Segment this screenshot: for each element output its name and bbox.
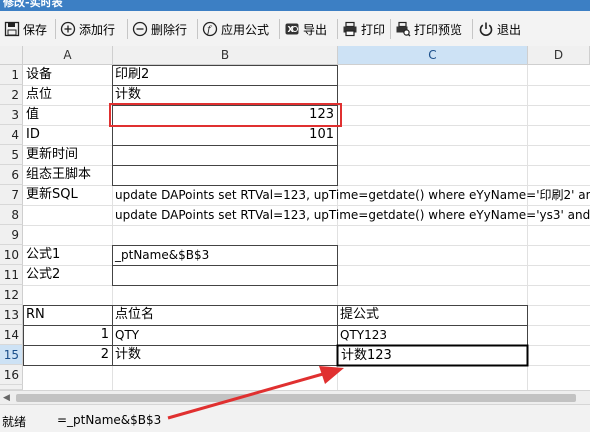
row-header[interactable]: 13	[0, 305, 23, 325]
status-formula: =_ptName&$B$3	[57, 413, 162, 427]
row-header[interactable]: 15	[0, 345, 23, 365]
cell-b15[interactable]: 计数	[113, 345, 337, 365]
status-bar: 就绪 =_ptName&$B$3	[0, 404, 590, 432]
row-header[interactable]: 10	[0, 245, 23, 265]
row-header[interactable]: 3	[0, 105, 23, 125]
cell-c14[interactable]: QTY123	[338, 325, 527, 345]
column-header-c[interactable]: C	[338, 46, 528, 65]
row-header[interactable]: 8	[0, 205, 23, 225]
cell-a13[interactable]: RN	[24, 305, 112, 325]
cell-a15[interactable]: 2	[24, 345, 112, 365]
column-header-a[interactable]: A	[23, 46, 113, 65]
cell-c13[interactable]: 提公式	[338, 305, 527, 325]
cell-a11[interactable]: 公式2	[24, 265, 112, 285]
cell-a7[interactable]: 更新SQL	[24, 185, 112, 205]
cell-a4[interactable]: ID	[24, 125, 112, 145]
cell-a3[interactable]: 值	[24, 105, 112, 125]
select-all-corner[interactable]	[0, 46, 23, 65]
cell-b7[interactable]: update DAPoints set RTVal=123, upTime=ge…	[113, 185, 590, 205]
cell-a2[interactable]: 点位	[24, 85, 112, 105]
row-header[interactable]: 2	[0, 85, 23, 105]
cell-b10[interactable]: _ptName&$B$3	[113, 245, 337, 265]
cell-a1[interactable]: 设备	[24, 65, 112, 85]
cell-a14[interactable]: 1	[24, 325, 112, 345]
status-text: 就绪	[2, 415, 27, 429]
cell-b3[interactable]: 123	[113, 105, 337, 125]
row-header[interactable]: 12	[0, 285, 23, 305]
row-header[interactable]: 6	[0, 165, 23, 185]
cell-b2[interactable]: 计数	[113, 85, 337, 105]
row-header[interactable]: 7	[0, 185, 23, 205]
horizontal-scrollbar[interactable]: ◀	[0, 390, 590, 405]
cell-a10[interactable]: 公式1	[24, 245, 112, 265]
column-header-b[interactable]: B	[113, 46, 338, 65]
cell-a6[interactable]: 组态王脚本	[24, 165, 112, 185]
scrollbar-thumb[interactable]	[16, 394, 576, 402]
cell-a5[interactable]: 更新时间	[24, 145, 112, 165]
cell-b8[interactable]: update DAPoints set RTVal=123, upTime=ge…	[113, 205, 590, 225]
row-header[interactable]: 16	[0, 365, 23, 385]
row-header[interactable]: 5	[0, 145, 23, 165]
row-header[interactable]: 9	[0, 225, 23, 245]
cell-b1[interactable]: 印刷2	[113, 65, 337, 85]
row-header[interactable]: 14	[0, 325, 23, 345]
cell-c15-active[interactable]: 计数123	[339, 346, 526, 365]
row-header[interactable]: 1	[0, 65, 23, 85]
cell-b13[interactable]: 点位名	[113, 305, 337, 325]
cell-b4[interactable]: 101	[113, 125, 337, 145]
cell-b14[interactable]: QTY	[113, 325, 337, 345]
column-header-d[interactable]: D	[528, 46, 590, 65]
row-header[interactable]: 4	[0, 125, 23, 145]
row-header[interactable]: 11	[0, 265, 23, 285]
scroll-left-icon[interactable]: ◀	[3, 393, 10, 403]
